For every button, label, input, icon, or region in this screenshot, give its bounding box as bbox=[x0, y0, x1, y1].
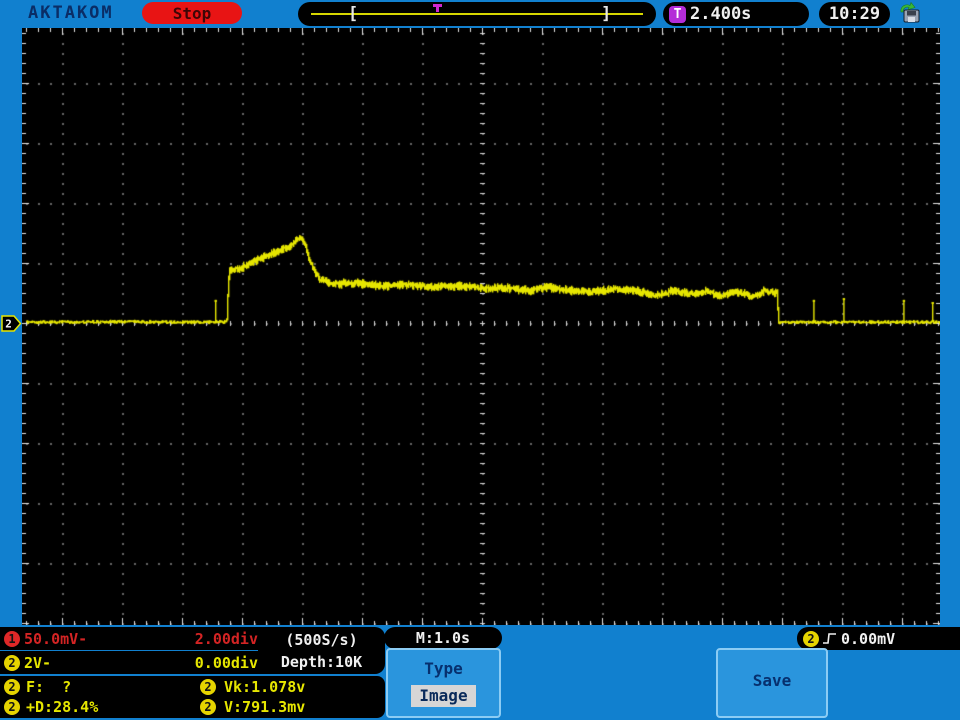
menu-item-type[interactable]: Type Image bbox=[386, 648, 501, 718]
measurement-row: 2 +D:28.4% 2 V:791.3mv bbox=[0, 698, 385, 716]
measurement-badge: 2 bbox=[4, 699, 20, 715]
trigger-position-marker-icon bbox=[433, 4, 442, 12]
usb-storage-icon bbox=[900, 1, 920, 23]
measurement-badge: 2 bbox=[200, 679, 216, 695]
memory-depth: Depth:10K bbox=[280, 652, 363, 671]
trigger-time-pill: T 2.400s bbox=[663, 2, 809, 26]
save-button-label: Save bbox=[752, 671, 792, 690]
channel-2-offset: 0.00div bbox=[194, 653, 258, 672]
acquisition-status-button[interactable]: Stop bbox=[142, 2, 242, 24]
record-position-bar: [ ] bbox=[298, 2, 656, 26]
measurements-panel: 2 F: ? 2 Vk:1.078v 2 +D:28.4% 2 V:791.3m… bbox=[0, 676, 385, 718]
oscilloscope-screen: AKTAKOM Stop [ ] T 2.400s 10:29 2 1 50.0… bbox=[0, 0, 960, 720]
channel-1-settings: 1 50.0mV- 2.00div bbox=[0, 627, 288, 650]
channel-2-settings: 2 2V- 0.00div bbox=[0, 651, 288, 674]
save-button[interactable]: Save bbox=[716, 648, 828, 718]
measurement-row: 2 F: ? 2 Vk:1.078v bbox=[0, 678, 385, 696]
waveform-display bbox=[22, 28, 940, 625]
channel-1-offset: 2.00div bbox=[194, 629, 258, 648]
measurement-duty: +D:28.4% bbox=[26, 698, 99, 716]
timebase-value: M:1.0s bbox=[415, 629, 471, 647]
menu-item-type-label: Type bbox=[424, 659, 463, 678]
window-right-bracket: ] bbox=[601, 4, 612, 24]
menu-item-type-value[interactable]: Image bbox=[411, 685, 476, 707]
measurement-badge: 2 bbox=[200, 699, 216, 715]
trigger-level-readout: 2 0.00mV bbox=[797, 627, 960, 650]
channel-1-scale: 50.0mV- bbox=[24, 629, 88, 648]
trigger-t-icon: T bbox=[669, 5, 686, 23]
measurement-voltage: V:791.3mv bbox=[224, 698, 306, 716]
measurement-frequency: F: ? bbox=[26, 678, 72, 696]
waveform-canvas bbox=[22, 28, 940, 625]
measurement-vk: Vk:1.078v bbox=[224, 678, 306, 696]
record-line bbox=[311, 13, 643, 15]
channel-2-badge: 2 bbox=[4, 654, 20, 671]
trigger-source-badge: 2 bbox=[803, 630, 819, 647]
trigger-level-value: 0.00mV bbox=[841, 629, 896, 648]
measurement-badge: 2 bbox=[4, 679, 20, 695]
channel-2-marker-label: 2 bbox=[5, 318, 12, 331]
sample-rate: (500S/s) bbox=[285, 630, 358, 649]
brand-logo: AKTAKOM bbox=[28, 3, 114, 23]
channel-2-position-marker[interactable]: 2 bbox=[1, 315, 22, 332]
rising-edge-icon bbox=[823, 633, 836, 644]
clock-value: 10:29 bbox=[828, 4, 881, 24]
trigger-time-value: 2.400s bbox=[690, 4, 752, 24]
timebase-readout: M:1.0s bbox=[384, 627, 502, 649]
acquisition-info: (500S/s) Depth:10K bbox=[258, 627, 385, 674]
channel-1-badge: 1 bbox=[4, 630, 20, 647]
window-left-bracket: [ bbox=[348, 4, 359, 24]
clock: 10:29 bbox=[819, 2, 890, 26]
acquisition-status-label: Stop bbox=[172, 3, 212, 23]
channel-2-scale: 2V- bbox=[24, 653, 52, 672]
